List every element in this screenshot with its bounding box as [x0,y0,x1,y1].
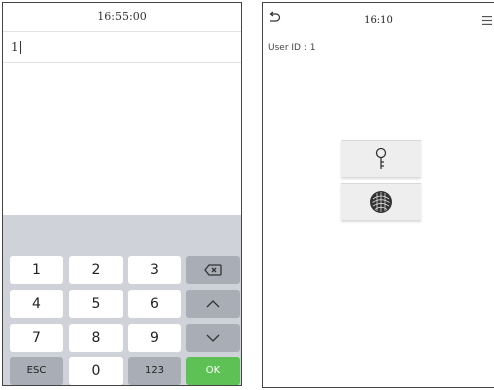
key-0[interactable]: 0 [69,357,123,385]
input-value: 1 [11,40,19,54]
password-input-screen: 16:55:00 1 1 2 3 4 5 6 7 8 9 ESC 0 123 O… [2,2,242,386]
down-key[interactable] [186,324,240,352]
key-icon [375,147,387,169]
key-6[interactable]: 6 [128,290,181,318]
key-2[interactable]: 2 [69,256,123,284]
backspace-key[interactable] [186,256,240,284]
chevron-down-icon [206,334,220,342]
numeric-keypad: 1 2 3 4 5 6 7 8 9 ESC 0 123 OK [3,215,241,385]
status-bar-time: 16:55:00 [3,3,241,32]
password-verify-button[interactable] [341,140,421,177]
key-8[interactable]: 8 [69,324,123,352]
verification-mode-screen: 16:10 User ID : 1 [262,2,494,388]
status-bar-time: 16:10 [364,15,393,26]
up-key[interactable] [186,290,240,318]
esc-key[interactable]: ESC [10,357,63,385]
ok-key[interactable]: OK [186,357,240,385]
key-7[interactable]: 7 [10,324,63,352]
key-1[interactable]: 1 [10,256,63,284]
key-4[interactable]: 4 [10,290,63,318]
fingerprint-verify-button[interactable] [341,183,421,220]
key-3[interactable]: 3 [128,256,181,284]
key-5[interactable]: 5 [69,290,123,318]
top-bar: 16:10 [263,3,494,39]
text-caret [19,41,21,54]
key-9[interactable]: 9 [128,324,181,352]
fingerprint-icon [370,191,392,213]
user-id-input[interactable]: 1 [3,32,241,63]
chevron-up-icon [206,300,220,308]
user-id-label: User ID : 1 [268,43,316,53]
input-mode-key[interactable]: 123 [128,357,181,385]
backspace-icon [204,264,222,276]
menu-icon[interactable] [482,16,492,25]
